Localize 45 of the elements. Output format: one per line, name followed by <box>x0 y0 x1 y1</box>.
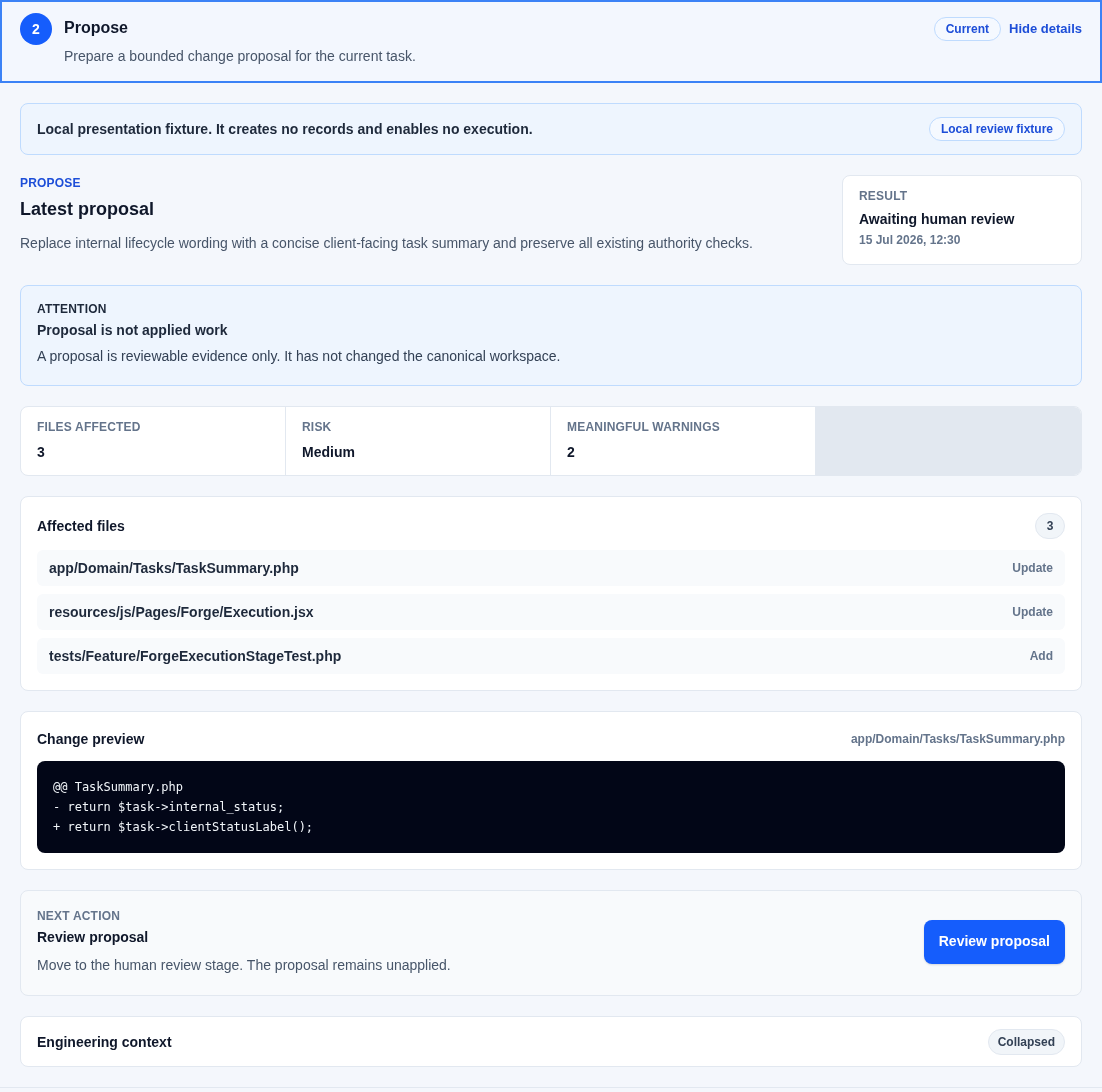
result-timestamp: 15 Jul 2026, 12:30 <box>859 232 962 248</box>
stat-label: RISK <box>302 419 333 435</box>
section-eyebrow: PROPOSE <box>20 175 82 191</box>
file-path: app/Domain/Tasks/TaskSummary.php <box>49 558 299 578</box>
file-row[interactable]: resources/js/Pages/Forge/Execution.jsx Update <box>37 594 1065 630</box>
proposal-title: Latest proposal <box>20 198 156 221</box>
next-action-text: Move to the human review stage. The proposal remains unapplied. <box>37 956 451 975</box>
collapsed-badge: Collapsed <box>987 1028 1065 1055</box>
stat-value: 3 <box>37 443 46 462</box>
stat-value: Medium <box>302 443 356 462</box>
file-row[interactable]: app/Domain/Tasks/TaskSummary.php Update <box>37 550 1065 586</box>
attention-title: Proposal is not applied work <box>37 321 229 340</box>
panel-title: Engineering context <box>37 1032 172 1052</box>
proposal-summary: Replace internal lifecycle wording with a concise client-facing task summary and preserve all existing authority checks. <box>20 234 754 253</box>
notice-text: Local presentation fixture. It creates no records and enables no execution. <box>37 119 533 139</box>
file-action: Update <box>1012 604 1053 621</box>
card-title: Affected files <box>37 517 125 536</box>
next-action-label: NEXT ACTION <box>37 908 122 924</box>
attention-label: ATTENTION <box>37 301 108 317</box>
stage-title: Propose <box>64 18 129 38</box>
hide-details-link[interactable]: Hide details <box>1009 19 1082 39</box>
file-action: Update <box>1012 560 1053 577</box>
attention-text: A proposal is reviewable evidence only. It has not changed the canonical workspace. <box>37 347 562 366</box>
stat-label: MEANINGFUL WARNINGS <box>567 419 721 435</box>
review-proposal-button[interactable]: Review proposal <box>923 919 1065 964</box>
preview-file-path: app/Domain/Tasks/TaskSummary.php <box>850 731 1065 748</box>
file-count-badge: 3 <box>1035 513 1065 539</box>
code-line: + return $task->clientStatusLabel(); <box>53 819 315 836</box>
code-line: @@ TaskSummary.php <box>53 779 185 796</box>
file-row[interactable]: tests/Feature/ForgeExecutionStageTest.php Add <box>37 638 1065 674</box>
next-action-title: Review proposal <box>37 928 150 947</box>
stat-label: FILES AFFECTED <box>37 419 142 435</box>
fixture-badge: Local review fixture <box>928 117 1065 141</box>
file-path: resources/js/Pages/Forge/Execution.jsx <box>49 602 314 622</box>
stage-description: Prepare a bounded change proposal for the current task. <box>64 47 417 66</box>
engineering-context-panel[interactable]: Engineering context Collapsed <box>20 1016 1082 1067</box>
stat-value: 2 <box>567 443 576 462</box>
status-badge: Current <box>933 17 1002 41</box>
card-title: Change preview <box>37 730 145 749</box>
result-label: RESULT <box>859 188 909 204</box>
result-value: Awaiting human review <box>859 210 1016 229</box>
file-path: tests/Feature/ForgeExecutionStageTest.php <box>49 646 342 666</box>
step-number: 2 <box>20 13 52 45</box>
code-line: - return $task->internal_status; <box>53 799 286 816</box>
file-action: Add <box>1029 648 1053 665</box>
